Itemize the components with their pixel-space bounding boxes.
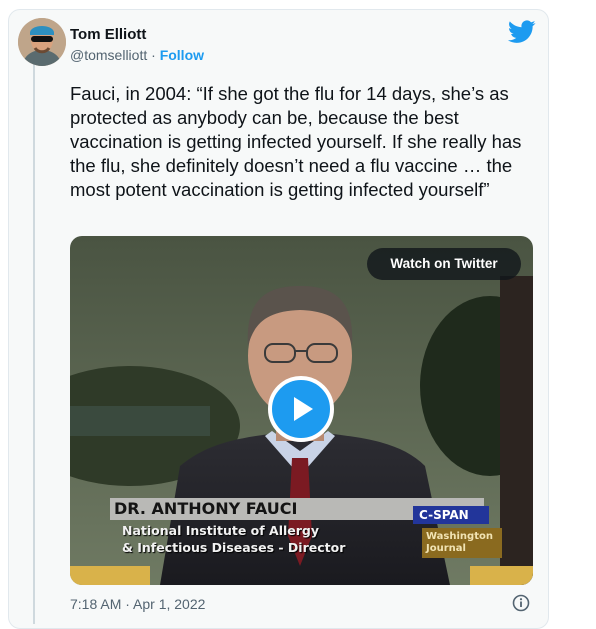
- avatar-image: [18, 18, 66, 66]
- tweet-text: Fauci, in 2004: “If she got the flu for …: [70, 83, 522, 200]
- chyron-line-2: & Infectious Diseases - Director: [122, 540, 346, 555]
- handle-separator: ·: [147, 47, 160, 63]
- chyron-line-1: National Institute of Allergy: [122, 523, 320, 538]
- network-logo: C-SPAN: [413, 506, 489, 524]
- info-icon[interactable]: [512, 594, 530, 612]
- watch-on-twitter-button[interactable]: Watch on Twitter: [367, 248, 521, 280]
- play-button[interactable]: [268, 376, 334, 442]
- program-line-2: Journal: [426, 543, 466, 554]
- program-logo: Washington Journal: [422, 528, 502, 558]
- author-name[interactable]: Tom Elliott: [70, 26, 146, 43]
- thread-line: [33, 64, 35, 624]
- author-handle-row: @tomselliott · Follow: [70, 47, 204, 63]
- video-player[interactable]: DR. ANTHONY FAUCI National Institute of …: [70, 236, 533, 585]
- tweet-timestamp[interactable]: 7:18 AM · Apr 1, 2022: [70, 596, 205, 612]
- follow-button[interactable]: Follow: [160, 47, 204, 63]
- chyron-title: National Institute of Allergy & Infectio…: [122, 522, 345, 556]
- program-line-1: Washington: [426, 531, 493, 542]
- author-handle[interactable]: @tomselliott: [70, 47, 147, 63]
- avatar[interactable]: [18, 18, 66, 66]
- play-icon: [294, 397, 313, 421]
- twitter-bird-icon[interactable]: [508, 20, 536, 44]
